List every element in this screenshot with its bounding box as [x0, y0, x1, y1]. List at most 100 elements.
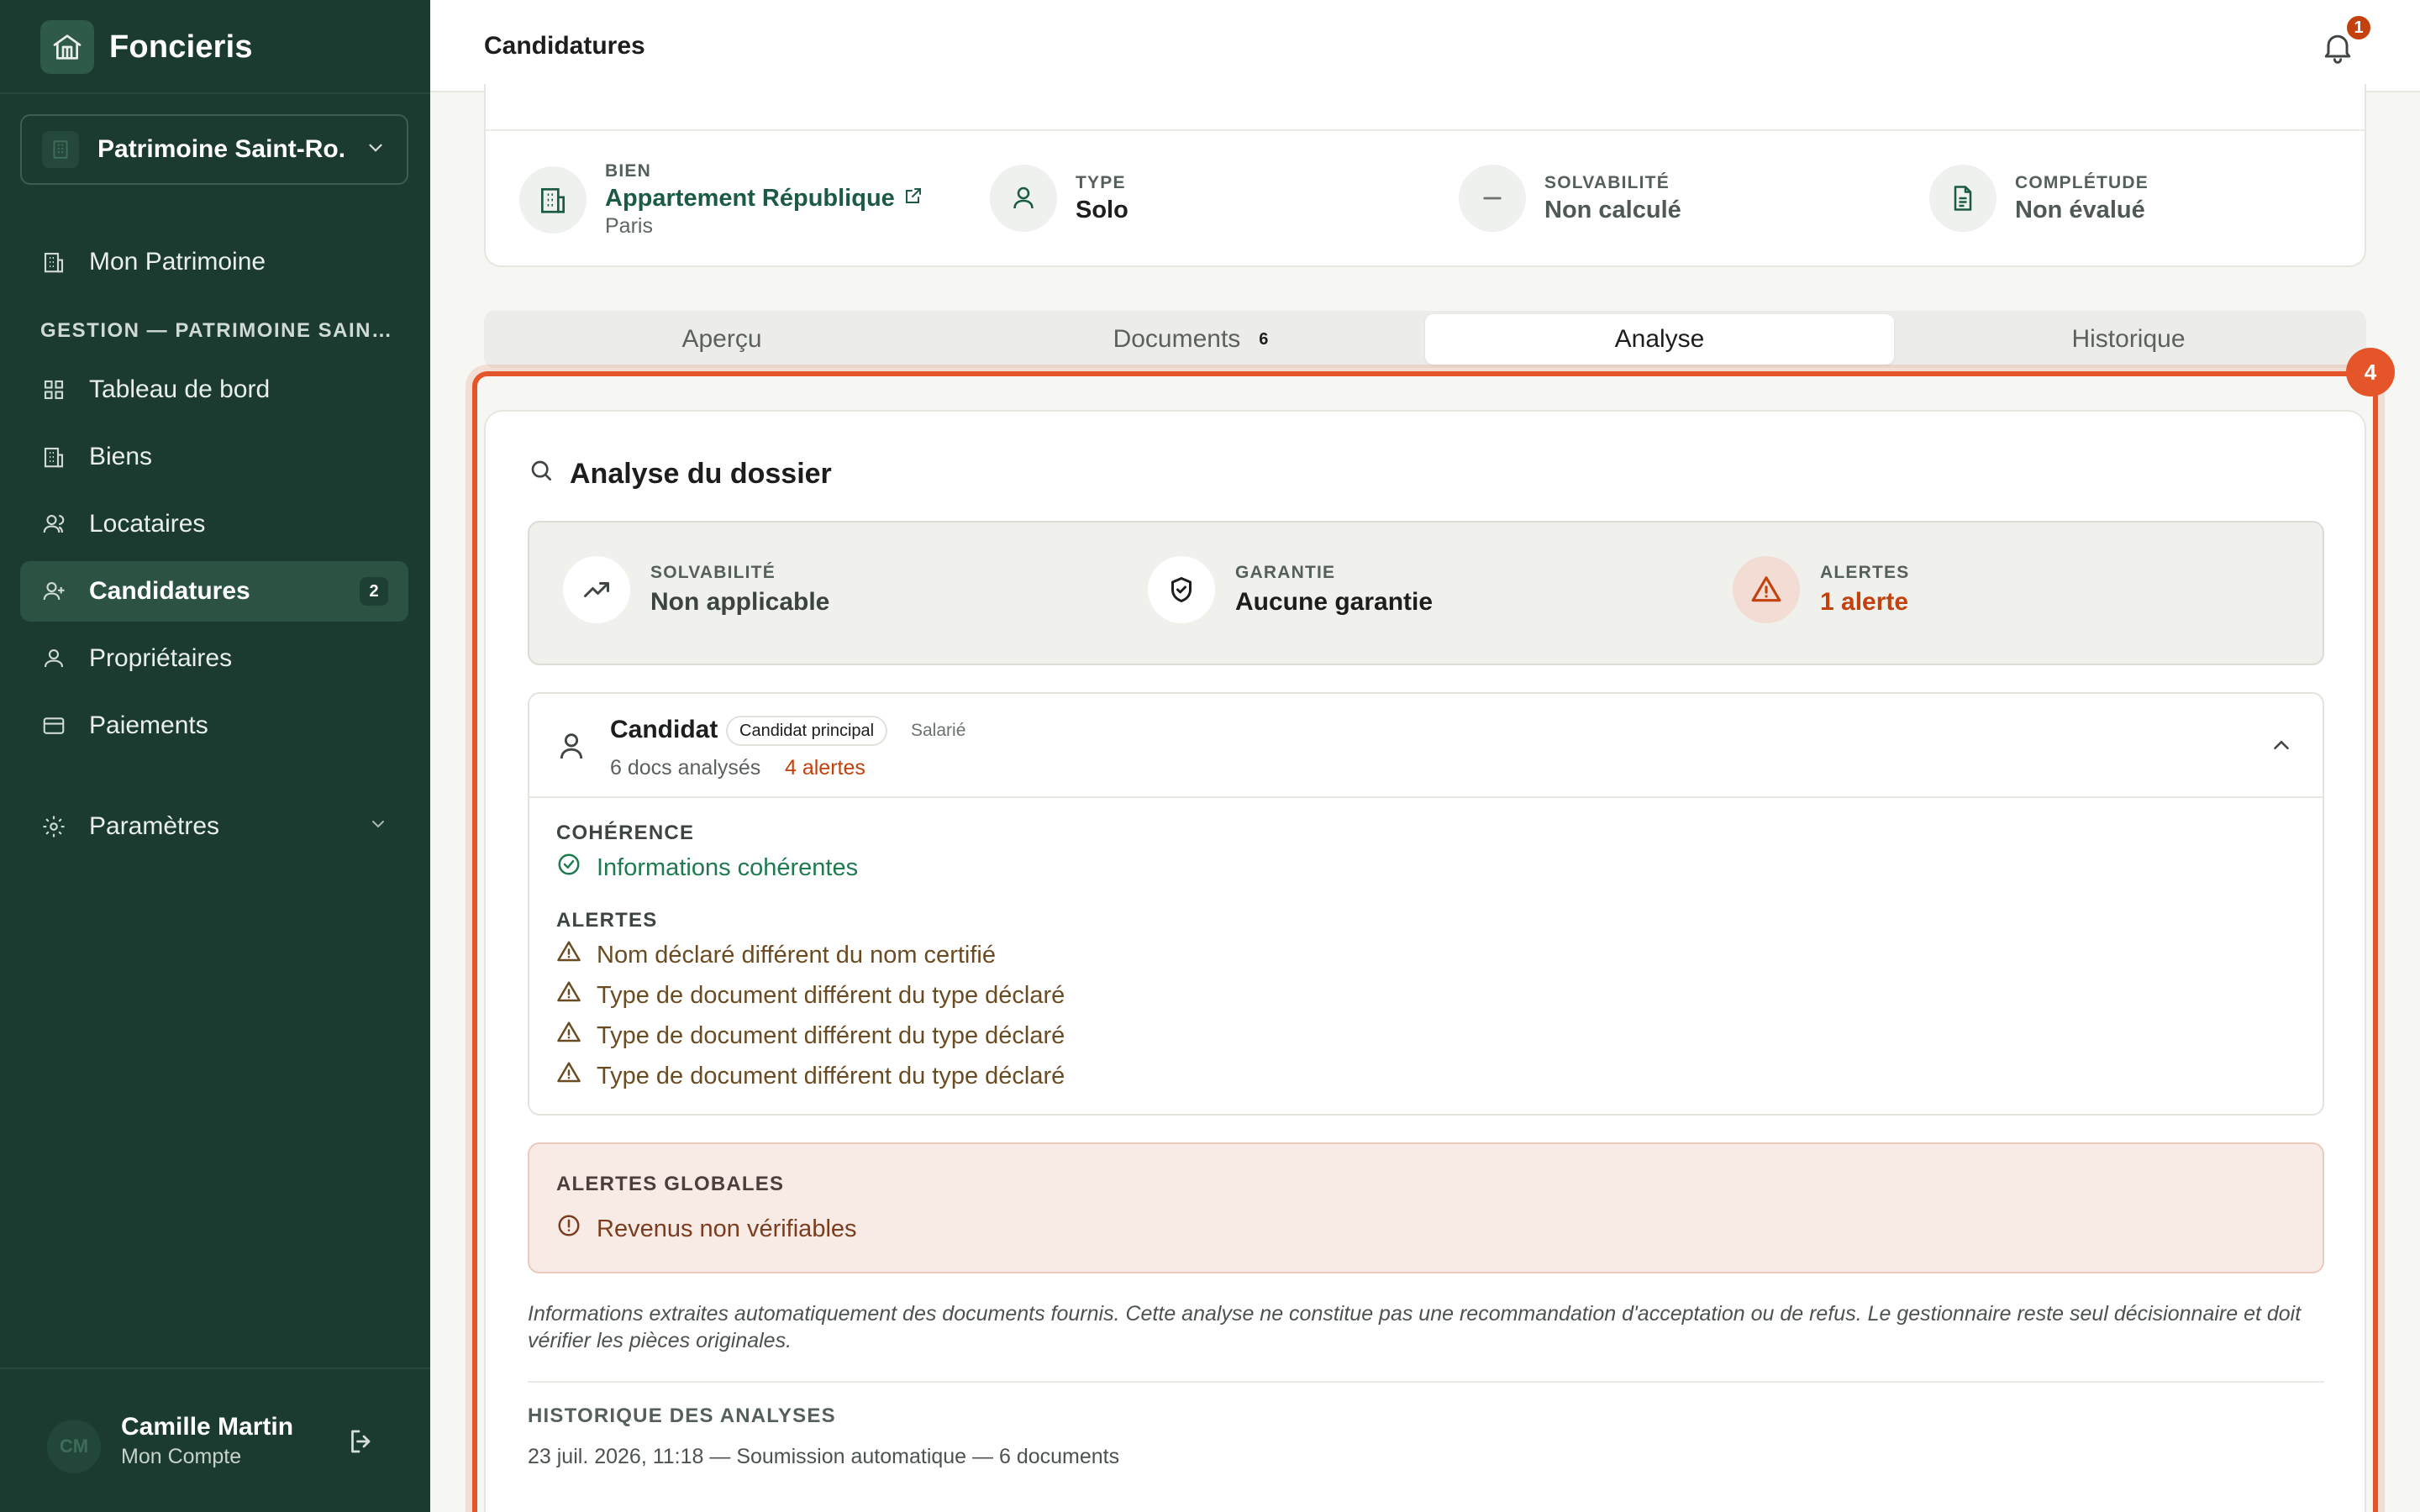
- section-label: GESTION — PATRIMOINE SAINT-ROCH: [40, 319, 402, 342]
- chevron-up-icon[interactable]: [2269, 732, 2294, 758]
- global-alert-item: Revenus non vérifiables: [556, 1213, 857, 1245]
- candidate-name: Candidat: [610, 716, 718, 743]
- history-entry: 23 juil. 2026, 11:18 — Soumission automa…: [528, 1445, 1120, 1468]
- alert-text: Type de document différent du type décla…: [597, 1021, 1065, 1049]
- gear-icon: [40, 813, 67, 840]
- sidebar-item-proprietaires[interactable]: Propriétaires: [20, 628, 408, 689]
- disclaimer: Informations extraites automatiquement d…: [528, 1302, 2302, 1352]
- topbar: Candidatures 1: [430, 0, 2420, 92]
- summary-value: Non évalué: [2015, 196, 2145, 223]
- alert-item: Nom déclaré différent du nom certifié: [556, 939, 996, 971]
- alert-text: Nom déclaré différent du nom certifié: [597, 941, 996, 969]
- nav-mon-patrimoine[interactable]: Mon Patrimoine: [20, 232, 408, 292]
- user-icon: [40, 645, 67, 672]
- sidebar-item-paiements[interactable]: Paiements: [20, 696, 408, 756]
- patrimoine-select[interactable]: Patrimoine Saint-Ro...: [20, 114, 408, 185]
- summary-value: Solo: [1076, 196, 1128, 223]
- user-subtitle[interactable]: Mon Compte: [121, 1445, 241, 1469]
- coherence-value: Informations cohérentes: [597, 853, 859, 881]
- sidebar-item-label: Biens: [89, 443, 153, 470]
- sidebar-item-locataires[interactable]: Locataires: [20, 494, 408, 554]
- summary-bien: BIEN Appartement République Paris: [519, 161, 923, 239]
- candidate-panel: Candidat Candidat principal Salarié 6 do…: [528, 692, 2324, 1116]
- candidate-role: Salarié: [911, 721, 966, 740]
- warning-icon: [1733, 556, 1800, 623]
- global-alerts-box: ALERTES GLOBALES Revenus non vérifiables: [528, 1142, 2324, 1273]
- sidebar-item-label: Tableau de bord: [89, 375, 271, 403]
- candidate-header[interactable]: Candidat Candidat principal Salarié 6 do…: [529, 694, 2323, 798]
- tab-apercu[interactable]: Aperçu: [487, 314, 956, 365]
- logout-icon[interactable]: [346, 1426, 376, 1457]
- stat-value: Aucune garantie: [1235, 588, 1434, 616]
- summary-solvabilite: SOLVABILITÉ Non calculé: [1459, 165, 1681, 232]
- property-name: Appartement République: [605, 185, 895, 212]
- divider: [486, 129, 2365, 131]
- stat-value: Non applicable: [650, 588, 830, 616]
- sidebar-item-label: Candidatures: [89, 577, 250, 605]
- stat-garantie: GARANTIE Aucune garantie: [1148, 556, 1433, 623]
- user-icon: [555, 729, 588, 763]
- notification-badge: 1: [2344, 13, 2373, 42]
- property-city: Paris: [605, 214, 653, 238]
- page-title: Candidatures: [484, 32, 645, 60]
- card-icon: [40, 712, 67, 739]
- sidebar-item-label: Paramètres: [89, 812, 220, 840]
- chevron-down-icon: [365, 137, 387, 163]
- warning-icon: [556, 939, 581, 971]
- sidebar-item-biens[interactable]: Biens: [20, 427, 408, 487]
- document-icon: [1929, 165, 1996, 232]
- nav-label: Mon Patrimoine: [89, 248, 266, 276]
- sidebar-item-parametres[interactable]: Paramètres: [20, 796, 408, 857]
- history-label: HISTORIQUE DES ANALYSES: [528, 1404, 836, 1427]
- patrimoine-label: Patrimoine Saint-Ro...: [97, 135, 346, 163]
- sidebar-item-candidatures[interactable]: Candidatures 2: [20, 561, 408, 622]
- global-alert-text: Revenus non vérifiables: [597, 1215, 857, 1242]
- user-plus-icon: [40, 578, 67, 605]
- summary-type: TYPE Solo: [990, 165, 1128, 232]
- check-circle-icon: [556, 852, 581, 884]
- candidate-alerts: 4 alertes: [785, 756, 865, 780]
- sidebar-item-tableau-de-bord[interactable]: Tableau de bord: [20, 360, 408, 420]
- trending-up-icon: [563, 556, 630, 623]
- summary-label: COMPLÉTUDE: [2015, 172, 2149, 192]
- building-icon: [40, 444, 67, 470]
- tab-label: Aperçu: [681, 325, 762, 353]
- alert-item: Type de document différent du type décla…: [556, 979, 1065, 1011]
- divider: [0, 1368, 430, 1369]
- alert-item: Type de document différent du type décla…: [556, 1060, 1065, 1092]
- alert-text: Type de document différent du type décla…: [597, 1062, 1065, 1089]
- brand[interactable]: Foncieris: [40, 20, 253, 74]
- count-badge: 2: [360, 577, 388, 606]
- summary-completude: COMPLÉTUDE Non évalué: [1929, 165, 2149, 232]
- tab-bar: Aperçu Documents 6 Analyse Historique: [484, 311, 2366, 368]
- sidebar: Foncieris Patrimoine Saint-Ro... Mon Pat…: [0, 0, 430, 1512]
- building-icon: [40, 249, 67, 276]
- external-link-icon: [903, 185, 923, 213]
- warning-icon: [556, 979, 581, 1011]
- divider: [0, 92, 430, 94]
- property-link[interactable]: Appartement République: [605, 185, 923, 213]
- stats-box: SOLVABILITÉ Non applicable GARANTIE Aucu…: [528, 521, 2324, 665]
- stat-solvabilite: SOLVABILITÉ Non applicable: [563, 556, 829, 623]
- sidebar-item-label: Paiements: [89, 711, 208, 739]
- user-icon: [40, 511, 67, 538]
- tab-historique[interactable]: Historique: [1894, 314, 2363, 365]
- candidate-docs: 6 docs analysés: [610, 756, 761, 780]
- stat-label: ALERTES: [1820, 563, 1910, 582]
- stat-value: 1 alerte: [1820, 588, 1909, 616]
- app-name: Foncieris: [109, 29, 253, 65]
- dashboard-icon: [40, 376, 67, 403]
- stat-alertes: ALERTES 1 alerte: [1733, 556, 1909, 623]
- chevron-down-icon: [368, 812, 388, 841]
- tab-analyse[interactable]: Analyse: [1425, 314, 1894, 365]
- divider: [528, 1381, 2324, 1383]
- avatar[interactable]: CM: [47, 1420, 101, 1473]
- summary-card: BIEN Appartement République Paris TYPE S…: [484, 84, 2366, 267]
- step-badge: 4: [2346, 348, 2395, 396]
- warning-icon: [556, 1020, 581, 1052]
- warning-icon: [556, 1060, 581, 1092]
- tab-documents[interactable]: Documents 6: [956, 314, 1425, 365]
- alerts-label: ALERTES: [556, 909, 658, 932]
- home-logo-icon: [40, 20, 94, 74]
- analysis-title: Analyse du dossier: [528, 457, 832, 491]
